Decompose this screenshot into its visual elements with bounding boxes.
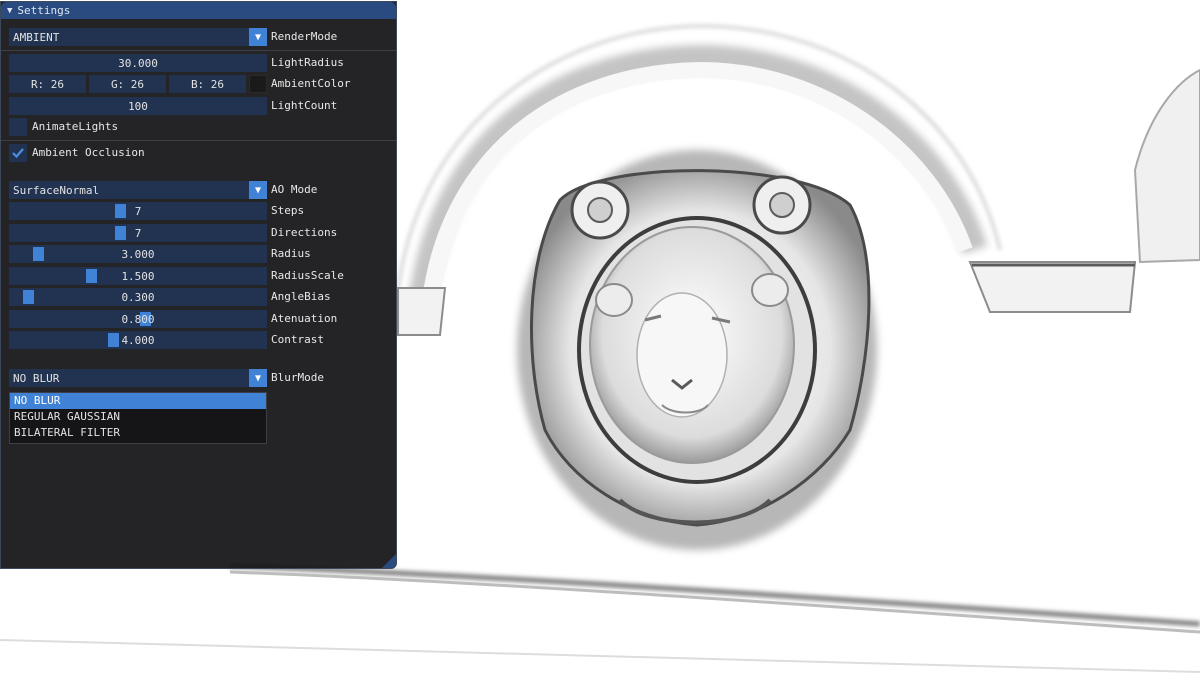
chevron-down-icon[interactable]: ▼	[249, 181, 267, 199]
blur-option-regular-gaussian[interactable]: REGULAR GAUSSIAN	[10, 409, 266, 425]
directions-label: Directions	[271, 226, 338, 239]
contrast-slider[interactable]: 4.000	[9, 331, 267, 349]
radius-slider[interactable]: 3.000	[9, 245, 267, 263]
ambient-color-g-drag[interactable]: G: 26	[89, 75, 166, 93]
ambient-color-label: AmbientColor	[271, 77, 351, 90]
ambient-color-g-value: G: 26	[110, 77, 145, 91]
light-count-value: 100	[128, 99, 148, 113]
contrast-label: Contrast	[271, 333, 324, 346]
blur-mode-value: NO BLUR	[13, 371, 60, 385]
angle-bias-slider[interactable]: 0.300	[9, 288, 267, 306]
animate-lights-label: AnimateLights	[32, 120, 119, 133]
angle-bias-value: 0.300	[121, 290, 155, 304]
slider-grab[interactable]	[115, 204, 127, 218]
slider-grab[interactable]	[86, 269, 98, 283]
contrast-value: 4.000	[121, 333, 155, 347]
radius-value: 3.000	[121, 247, 155, 261]
radius-label: Radius	[271, 247, 311, 260]
separator	[1, 50, 396, 51]
ambient-color-b-value: B: 26	[190, 77, 225, 91]
blur-option-bilateral-filter[interactable]: BILATERAL FILTER	[10, 425, 266, 441]
resize-grip[interactable]	[382, 554, 396, 568]
animate-lights-checkbox[interactable]	[9, 118, 27, 136]
settings-window[interactable]: ▼ Settings AMBIENT ▼ RenderMode 30.000 L…	[0, 1, 397, 569]
radius-scale-value: 1.500	[121, 269, 155, 283]
light-radius-value: 30.000	[118, 56, 158, 70]
ambient-occlusion-label: Ambient Occlusion	[32, 146, 145, 159]
separator	[1, 140, 396, 141]
ambient-color-r-drag[interactable]: R: 26	[9, 75, 86, 93]
ao-mode-label: AO Mode	[271, 183, 318, 196]
light-radius-drag[interactable]: 30.000	[9, 54, 267, 72]
atenuation-label: Atenuation	[271, 312, 338, 325]
chevron-down-icon[interactable]: ▼	[249, 369, 267, 387]
settings-title: Settings	[17, 4, 71, 17]
steps-value: 7	[134, 204, 142, 218]
blur-mode-label: BlurMode	[271, 371, 324, 384]
light-count-label: LightCount	[271, 99, 338, 112]
slider-grab[interactable]	[23, 290, 35, 304]
ambient-color-swatch[interactable]	[249, 75, 267, 93]
atenuation-value: 0.800	[121, 312, 155, 326]
slider-grab[interactable]	[115, 226, 127, 240]
blur-mode-dropdown[interactable]: NO BLUR REGULAR GAUSSIAN BILATERAL FILTE…	[9, 392, 267, 444]
atenuation-slider[interactable]: 0.800	[9, 310, 267, 328]
blur-option-no-blur[interactable]: NO BLUR	[10, 393, 266, 409]
ambient-occlusion-checkbox[interactable]	[9, 144, 27, 162]
ao-mode-combo[interactable]: SurfaceNormal	[9, 181, 249, 199]
radius-scale-slider[interactable]: 1.500	[9, 267, 267, 285]
checkmark-icon	[12, 148, 24, 159]
slider-grab[interactable]	[108, 333, 120, 347]
blur-mode-combo[interactable]: NO BLUR	[9, 369, 249, 387]
collapse-triangle-icon[interactable]: ▼	[7, 6, 12, 16]
light-radius-label: LightRadius	[271, 56, 344, 69]
steps-label: Steps	[271, 204, 305, 217]
ambient-color-r-value: R: 26	[30, 77, 65, 91]
steps-slider[interactable]: 7	[9, 202, 267, 220]
ambient-color-b-drag[interactable]: B: 26	[169, 75, 246, 93]
ao-mode-value: SurfaceNormal	[13, 183, 100, 197]
render-mode-combo[interactable]: AMBIENT	[9, 28, 249, 46]
directions-value: 7	[134, 226, 142, 240]
angle-bias-label: AngleBias	[271, 290, 331, 303]
chevron-down-icon[interactable]: ▼	[249, 28, 267, 46]
slider-grab[interactable]	[32, 247, 44, 261]
directions-slider[interactable]: 7	[9, 224, 267, 242]
render-mode-value: AMBIENT	[13, 30, 60, 44]
settings-titlebar[interactable]: ▼ Settings	[1, 2, 396, 19]
light-count-drag[interactable]: 100	[9, 97, 267, 115]
render-mode-label: RenderMode	[271, 30, 338, 43]
radius-scale-label: RadiusScale	[271, 269, 344, 282]
